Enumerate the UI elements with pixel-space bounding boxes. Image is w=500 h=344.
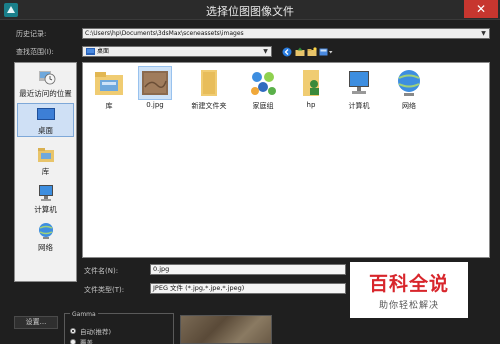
- window-title: 选择位图图像文件: [206, 5, 294, 18]
- file-list: 库 0.jpg 新建文件夹 家庭组 hp 计算机 网络: [82, 62, 490, 258]
- places-sidebar: 最近访问的位置 桌面 库 计算机 网络: [14, 62, 77, 282]
- gamma-title: Gamma: [70, 311, 98, 318]
- lookin-value: 桌面: [97, 48, 110, 55]
- image-thumbnail-icon: [138, 66, 172, 100]
- new-folder-icon[interactable]: [307, 47, 317, 57]
- image-preview: [180, 315, 272, 344]
- gamma-auto-label: 自动(推荐): [80, 328, 112, 336]
- chevron-down-icon[interactable]: ▼: [479, 29, 488, 38]
- chevron-down-icon[interactable]: ▼: [261, 47, 270, 56]
- file-item-label: 库: [105, 102, 113, 110]
- desktop-small-icon: [86, 48, 95, 55]
- sidebar-item-label: 库: [41, 167, 50, 176]
- computer-icon: [38, 185, 53, 201]
- sidebar-item-label: 计算机: [34, 205, 57, 214]
- history-value: C:\Users\hp\Documents\3dsMax\sceneassets…: [85, 30, 244, 37]
- watermark-title: 百科全说: [368, 273, 449, 295]
- title-bar: 选择位图图像文件 ✕: [0, 0, 500, 20]
- file-item-label: 家庭组: [252, 102, 274, 110]
- view-menu-icon[interactable]: [319, 47, 333, 57]
- filename-input[interactable]: 0.jpg: [150, 264, 346, 275]
- sidebar-item-label: 桌面: [38, 126, 53, 135]
- close-button[interactable]: ✕: [464, 0, 498, 18]
- gamma-auto-radio[interactable]: [70, 328, 76, 334]
- desktop-icon: [36, 108, 55, 120]
- sidebar-item-computer[interactable]: 计算机: [17, 183, 74, 215]
- file-item-0-jpg[interactable]: 0.jpg: [135, 66, 175, 109]
- sidebar-item-label: 网络: [38, 243, 53, 252]
- lookin-label: 查找范围(I):: [16, 48, 54, 56]
- settings-button[interactable]: 设置...: [14, 316, 58, 329]
- file-item-label: 0.jpg: [146, 101, 164, 109]
- filetype-label: 文件类型(T):: [84, 286, 125, 294]
- sidebar-item-recent-places[interactable]: 最近访问的位置: [17, 67, 74, 99]
- watermark-logo: 百科全说 助你轻松解决: [350, 262, 468, 318]
- homegroup-icon: [251, 72, 276, 95]
- file-item-label: 网络: [402, 102, 416, 110]
- history-label: 历史记录:: [16, 30, 47, 38]
- network-icon: [38, 223, 53, 239]
- sidebar-item-desktop[interactable]: 桌面: [17, 103, 74, 137]
- file-item-homegroup[interactable]: 家庭组: [243, 67, 283, 111]
- file-item-label: 计算机: [348, 102, 370, 110]
- libraries-icon: [37, 148, 54, 162]
- sidebar-item-libraries[interactable]: 库: [17, 145, 74, 177]
- user-folder-icon: [303, 70, 319, 96]
- sidebar-item-label: 最近访问的位置: [19, 89, 72, 98]
- lookin-combo[interactable]: 桌面 ▼: [82, 46, 272, 57]
- file-item-label: hp: [306, 101, 316, 109]
- file-item-new-folder[interactable]: 新建文件夹: [189, 67, 229, 111]
- computer-icon: [349, 71, 369, 94]
- app-3dsmax-icon: [4, 3, 18, 17]
- file-item-label: 新建文件夹: [191, 102, 227, 110]
- recent-places-icon: [38, 71, 55, 85]
- back-icon[interactable]: [282, 47, 292, 57]
- libraries-folder-icon: [95, 72, 123, 95]
- gamma-override-radio[interactable]: [70, 339, 76, 344]
- file-item-hp[interactable]: hp: [291, 67, 331, 109]
- file-item-libraries[interactable]: 库: [89, 67, 129, 111]
- watermark-subtitle: 助你轻松解决: [378, 301, 439, 311]
- folder-icon: [201, 70, 217, 96]
- file-item-network[interactable]: 网络: [389, 67, 429, 111]
- gamma-override-label: 覆盖: [80, 339, 93, 344]
- file-item-computer[interactable]: 计算机: [339, 67, 379, 111]
- network-icon: [398, 70, 420, 96]
- up-folder-icon[interactable]: [295, 47, 305, 57]
- filename-label: 文件名(N):: [84, 267, 119, 275]
- filetype-select[interactable]: JPEG 文件 (*.jpg,*.jpe,*.jpeg): [150, 283, 346, 294]
- history-combo[interactable]: C:\Users\hp\Documents\3dsMax\sceneassets…: [82, 28, 490, 39]
- sidebar-item-network[interactable]: 网络: [17, 221, 74, 253]
